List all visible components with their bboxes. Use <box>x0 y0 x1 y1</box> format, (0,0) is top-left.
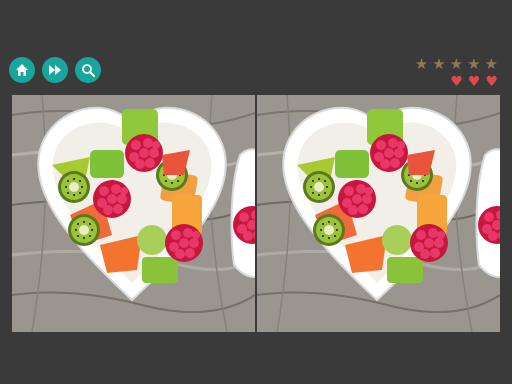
star-rating: ★ ★ ★ ★ ★ <box>414 55 498 73</box>
fast-forward-icon <box>49 65 61 75</box>
star-icon: ★ <box>484 55 498 73</box>
heart-icon: ♥ <box>450 74 463 90</box>
skip-button[interactable] <box>42 57 68 83</box>
lives: ♥ ♥ ♥ <box>450 75 498 89</box>
hint-button[interactable] <box>75 57 101 83</box>
right-image[interactable] <box>257 95 500 332</box>
heart-icon: ♥ <box>467 74 481 90</box>
star-icon: ★ <box>414 55 429 73</box>
star-icon: ★ <box>467 55 481 73</box>
toolbar <box>9 57 101 83</box>
left-image[interactable] <box>12 95 255 332</box>
heart-icon: ♥ <box>485 74 498 90</box>
star-icon: ★ <box>449 55 464 73</box>
home-icon <box>16 64 28 76</box>
star-icon: ★ <box>432 55 446 73</box>
fruit-bowl-photo <box>257 95 500 332</box>
magnifier-icon <box>82 64 95 77</box>
home-button[interactable] <box>9 57 35 83</box>
fruit-bowl-photo <box>12 95 255 332</box>
